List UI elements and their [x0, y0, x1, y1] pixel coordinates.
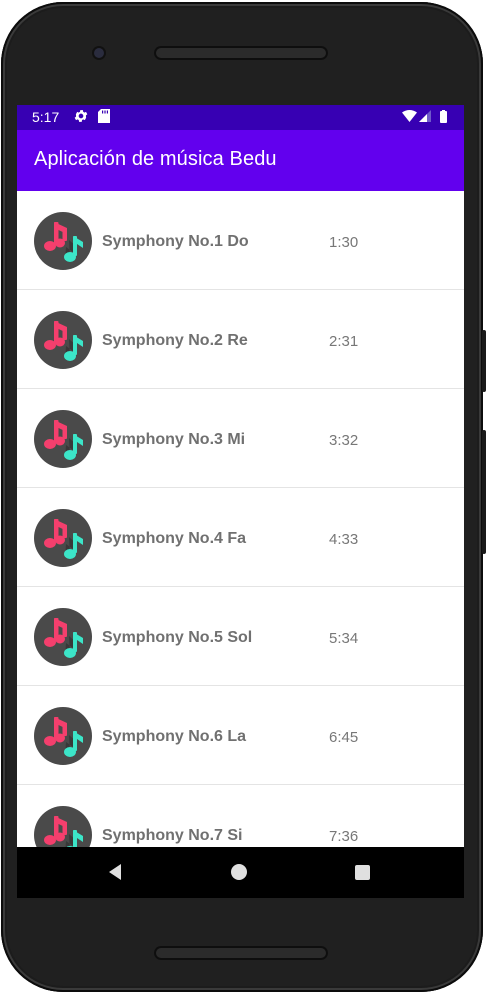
song-list-item[interactable]: Symphony No.2 Re 2:31	[17, 290, 464, 389]
song-title: Symphony No.3 Mi	[102, 431, 246, 448]
music-note-icon	[34, 212, 92, 270]
battery-icon	[440, 110, 447, 123]
song-title: Symphony No.4 Fa	[102, 530, 247, 547]
back-icon[interactable]	[107, 863, 123, 881]
song-duration: 4:33	[329, 531, 359, 548]
song-duration: 6:45	[329, 729, 359, 746]
app-title: Aplicación de música Bedu	[34, 148, 277, 170]
status-time: 5:17	[32, 109, 60, 125]
power-button	[482, 430, 486, 554]
music-note-icon	[34, 311, 92, 369]
home-icon[interactable]	[231, 864, 247, 880]
music-note-icon	[34, 410, 92, 468]
navigation-bar	[17, 847, 464, 898]
song-duration: 2:31	[329, 333, 359, 350]
song-list-item[interactable]: Symphony No.6 La 6:45	[17, 686, 464, 785]
volume-button	[482, 330, 486, 392]
bottom-speaker	[154, 946, 328, 960]
song-title: Symphony No.1 Do	[102, 233, 249, 250]
sd-card-icon	[98, 109, 110, 123]
song-title: Symphony No.7 Si	[102, 827, 243, 844]
song-duration: 7:36	[329, 828, 359, 845]
wifi-icon	[402, 110, 417, 122]
song-title: Symphony No.6 La	[102, 728, 247, 745]
song-title: Symphony No.5 Sol	[102, 629, 253, 646]
song-list-item[interactable]: Symphony No.3 Mi 3:32	[17, 389, 464, 488]
song-duration: 1:30	[329, 234, 359, 251]
song-title: Symphony No.2 Re	[102, 332, 248, 349]
song-list-item[interactable]: Symphony No.5 Sol 5:34	[17, 587, 464, 686]
status-icons	[402, 110, 447, 123]
device-screen: 5:17 Aplicación de música Bedu Symphony …	[17, 105, 464, 898]
top-speaker	[154, 46, 328, 60]
music-note-icon	[34, 608, 92, 666]
song-duration: 5:34	[329, 630, 359, 647]
song-list[interactable]: Symphony No.1 Do 1:30 Symphony No.2 Re 2…	[17, 191, 464, 884]
app-bar: Aplicación de música Bedu	[17, 130, 464, 191]
song-list-item[interactable]: Symphony No.4 Fa 4:33	[17, 488, 464, 587]
settings-gear-icon	[74, 110, 88, 122]
status-bar: 5:17	[17, 105, 464, 130]
music-note-icon	[34, 509, 92, 567]
song-list-item[interactable]: Symphony No.1 Do 1:30	[17, 191, 464, 290]
song-duration: 3:32	[329, 432, 359, 449]
front-camera	[94, 48, 104, 58]
recents-icon[interactable]	[355, 865, 370, 880]
music-note-icon	[34, 707, 92, 765]
